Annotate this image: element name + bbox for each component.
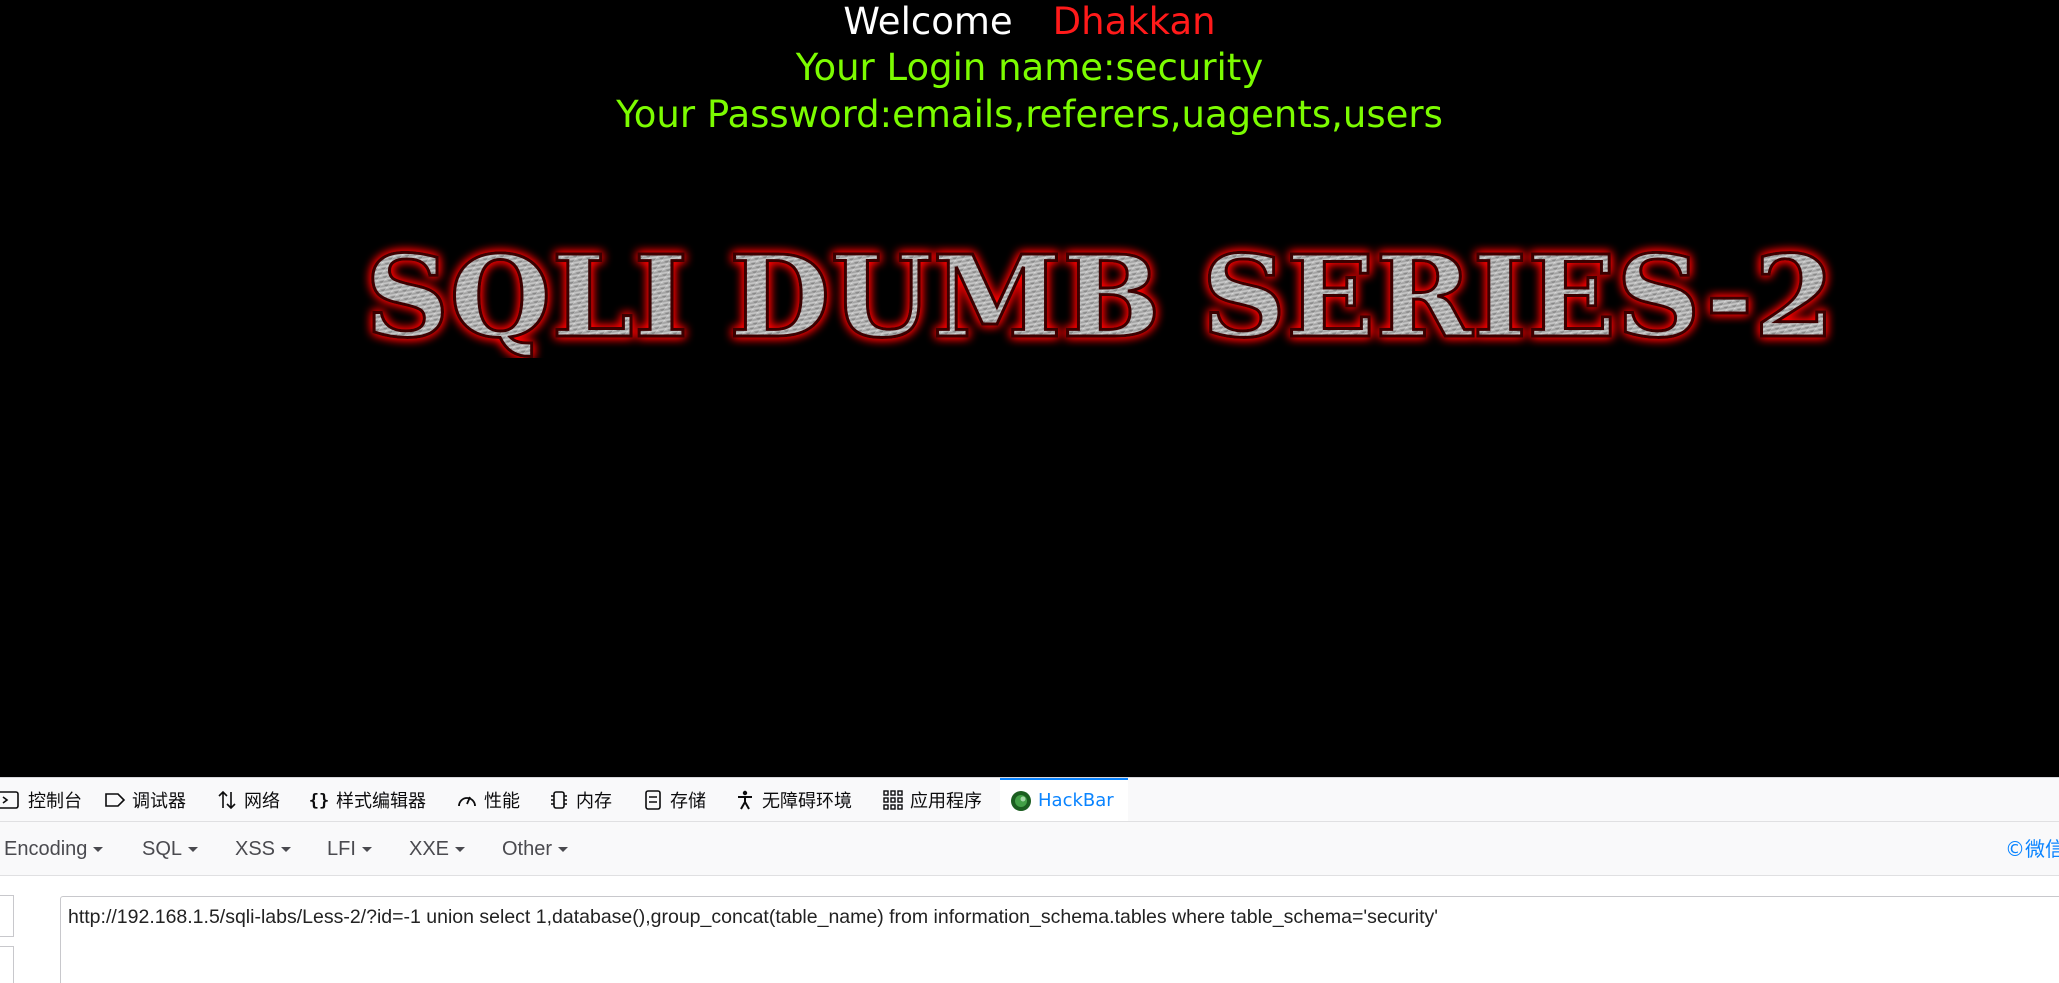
menu-other[interactable]: Other xyxy=(502,822,569,876)
accessibility-icon xyxy=(738,790,752,809)
network-icon xyxy=(218,790,236,809)
menu-label: XSS xyxy=(235,838,276,860)
tab-performance[interactable]: 性能 xyxy=(456,778,520,821)
password-line: Your Password:emails,referers,uagents,us… xyxy=(616,93,1443,136)
login-name-line: Your Login name:security xyxy=(795,46,1264,89)
tab-label: 无障碍环境 xyxy=(762,790,852,812)
load-url-button[interactable] xyxy=(0,895,14,937)
svg-text:{}: {} xyxy=(309,791,329,811)
chevron-down-icon xyxy=(558,847,569,853)
hackbar-icon xyxy=(1011,790,1031,811)
tab-label: 调试器 xyxy=(132,790,186,812)
tab-label: 控制台 xyxy=(28,790,82,812)
tab-accessibility[interactable]: 无障碍环境 xyxy=(734,778,852,821)
performance-icon xyxy=(458,796,476,806)
tab-hackbar[interactable]: HackBar xyxy=(1000,778,1128,821)
chevron-down-icon xyxy=(188,847,199,853)
tab-storage[interactable]: 存储 xyxy=(642,778,706,821)
chevron-down-icon xyxy=(281,847,292,853)
chevron-down-icon xyxy=(361,847,372,853)
menu-label: Other xyxy=(502,838,553,860)
application-icon xyxy=(883,789,903,810)
tab-label: 性能 xyxy=(484,790,520,812)
browser-page: Welcome Dhakkan Your Login name:security … xyxy=(0,0,2059,983)
split-url-button[interactable] xyxy=(0,946,14,983)
devtools-panel: 控制台 调试器 网络 {} 样式编辑器 性能 内存 存储 无障碍环境 应用程序 … xyxy=(0,777,2059,983)
menu-label: LFI xyxy=(327,838,356,860)
memory-icon xyxy=(551,790,567,809)
tab-debugger[interactable]: 调试器 xyxy=(104,778,186,821)
page-viewport: Welcome Dhakkan Your Login name:security … xyxy=(0,0,2059,777)
tab-label: 应用程序 xyxy=(910,790,982,812)
menu-label: XXE xyxy=(409,838,450,860)
welcome-line: Welcome Dhakkan xyxy=(0,0,2059,44)
menu-xss[interactable]: XSS xyxy=(235,822,292,876)
chevron-down-icon xyxy=(455,847,466,853)
welcome-name: Dhakkan xyxy=(1052,0,1216,43)
tab-application[interactable]: 应用程序 xyxy=(882,778,982,821)
copyright-link[interactable]: ©微信 xyxy=(2005,822,2059,876)
tab-label: 内存 xyxy=(576,790,612,812)
debugger-icon xyxy=(105,792,126,807)
menu-xxe[interactable]: XXE xyxy=(409,822,466,876)
url-input[interactable]: http://192.168.1.5/sqli-labs/Less-2/?id=… xyxy=(60,896,2059,983)
style-editor-icon: {} xyxy=(309,791,329,811)
tab-label: 样式编辑器 xyxy=(336,790,426,812)
tab-console[interactable]: 控制台 xyxy=(0,778,82,821)
tab-label: 存储 xyxy=(670,790,706,812)
tab-label: 网络 xyxy=(244,790,280,812)
menu-lfi[interactable]: LFI xyxy=(327,822,372,876)
tab-label: HackBar xyxy=(1038,790,1114,811)
welcome-text: Welcome xyxy=(843,0,1013,43)
menu-label: SQL xyxy=(142,838,183,860)
banner-title: SQLI DUMB SERIES-2 xyxy=(365,232,1835,358)
tab-network[interactable]: 网络 xyxy=(216,778,280,821)
tab-memory[interactable]: 内存 xyxy=(548,778,612,821)
menu-encoding[interactable]: Encoding xyxy=(4,822,104,876)
menu-label: Encoding xyxy=(4,838,88,860)
sqli-banner-logo: SQLI DUMB SERIES-2 xyxy=(355,228,1845,359)
devtools-tab-strip: 控制台 调试器 网络 {} 样式编辑器 性能 内存 存储 无障碍环境 应用程序 … xyxy=(0,778,2059,822)
chevron-down-icon xyxy=(93,847,104,853)
tab-style-editor[interactable]: {} 样式编辑器 xyxy=(308,778,426,821)
hackbar-menu: Encoding SQL XSS LFI XXE Other ©微信 xyxy=(0,822,2059,876)
menu-sql[interactable]: SQL xyxy=(142,822,199,876)
console-icon xyxy=(0,790,19,809)
storage-icon xyxy=(645,789,661,810)
